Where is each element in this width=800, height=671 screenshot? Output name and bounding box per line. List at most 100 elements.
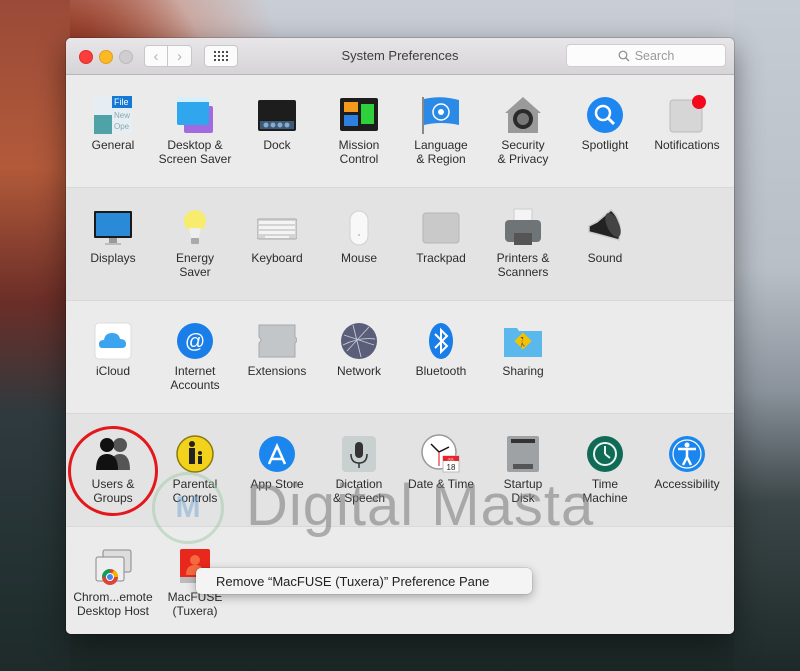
parental-icon	[176, 435, 214, 473]
desktop-screensaver-icon	[177, 97, 213, 133]
svg-text:@: @	[185, 331, 205, 353]
context-menu: Remove “MacFUSE (Tuxera)” Preference Pan…	[196, 568, 532, 594]
pane-label: Energy Saver	[175, 251, 215, 279]
pane-desktop-screen-saver[interactable]: Desktop & Screen Saver	[154, 75, 236, 187]
security-house-icon	[505, 97, 541, 133]
section-system: Users & Groups Parental Controls App Store…	[66, 414, 734, 527]
printer-icon	[505, 208, 541, 245]
pane-label: Startup Disk	[503, 477, 543, 505]
keyboard-icon	[257, 218, 297, 240]
microphone-icon	[342, 436, 376, 472]
pane-users-groups[interactable]: Users & Groups	[72, 414, 154, 526]
magnifier-icon	[587, 97, 623, 133]
calendar-month: JUL	[447, 457, 455, 462]
pane-label: Notifications	[654, 138, 720, 152]
pane-startup-disk[interactable]: Startup Disk	[482, 414, 564, 526]
pane-displays[interactable]: Displays	[72, 188, 154, 300]
pane-printers-scanners[interactable]: Printers & Scanners	[482, 188, 564, 300]
bluetooth-icon	[429, 323, 453, 359]
pane-parental-controls[interactable]: Parental Controls	[154, 414, 236, 526]
pane-label: Mouse	[340, 251, 378, 265]
pane-sharing[interactable]: 🚶 Sharing	[482, 301, 564, 413]
pane-extensions[interactable]: Extensions	[236, 301, 318, 413]
trackpad-icon	[422, 212, 460, 244]
pane-label: Extensions	[247, 364, 307, 378]
puzzle-icon	[258, 324, 297, 358]
calendar-day: 18	[447, 463, 456, 472]
notifications-icon	[669, 95, 706, 133]
desktop-wallpaper-right	[734, 0, 800, 671]
pane-dock[interactable]: Dock	[236, 75, 318, 187]
pane-label: Security & Privacy	[497, 138, 549, 166]
pane-label: Desktop & Screen Saver	[158, 138, 232, 166]
pane-label: Chrom...emote Desktop Host	[73, 590, 153, 618]
pane-network[interactable]: Network	[318, 301, 400, 413]
pane-spotlight[interactable]: Spotlight	[564, 75, 646, 187]
speaker-icon	[588, 209, 621, 241]
pane-dictation-speech[interactable]: Dictation & Speech	[318, 414, 400, 526]
pane-chrome-remote-desktop[interactable]: Chrom...emote Desktop Host	[72, 527, 154, 634]
pane-label: Bluetooth	[415, 364, 467, 378]
search-icon	[618, 50, 630, 61]
pane-bluetooth[interactable]: Bluetooth	[400, 301, 482, 413]
chrome-remote-icon	[95, 549, 132, 585]
un-flag-icon	[422, 97, 459, 134]
pane-notifications[interactable]: Notifications	[646, 75, 728, 187]
sharing-folder-icon: 🚶	[504, 328, 542, 357]
title-bar: ‹ › System Preferences Search	[66, 38, 734, 75]
pane-label: Language & Region	[414, 138, 468, 166]
time-machine-icon	[587, 436, 623, 472]
pane-label: Mission Control	[338, 138, 380, 166]
remove-preference-pane-menu-item[interactable]: Remove “MacFUSE (Tuxera)” Preference Pan…	[216, 574, 489, 589]
pane-label: App Store	[250, 477, 304, 491]
pane-label: Date & Time	[407, 477, 475, 491]
pane-label: Displays	[90, 251, 136, 265]
pane-label: Sound	[587, 251, 623, 265]
mouse-icon	[349, 210, 369, 246]
pane-trackpad[interactable]: Trackpad	[400, 188, 482, 300]
pane-keyboard[interactable]: Keyboard	[236, 188, 318, 300]
pane-label: Dock	[263, 138, 291, 152]
pane-date-time[interactable]: JUL 18 Date & Time	[400, 414, 482, 526]
at-sign-icon: @	[177, 323, 213, 359]
desktop-wallpaper-left	[0, 0, 70, 671]
clock-calendar-icon: JUL18	[421, 434, 460, 473]
svg-text:New: New	[114, 111, 130, 120]
pane-label: Sharing	[502, 364, 544, 378]
pane-label: Network	[336, 364, 381, 378]
pane-mission-control[interactable]: Mission Control	[318, 75, 400, 187]
app-store-icon	[259, 436, 295, 472]
pane-app-store[interactable]: App Store	[236, 414, 318, 526]
pane-mouse[interactable]: Mouse	[318, 188, 400, 300]
svg-text:File: File	[114, 97, 129, 107]
hard-disk-icon	[507, 436, 539, 472]
general-icon: File New Ope	[94, 96, 132, 134]
monitor-icon	[94, 211, 132, 245]
cloud-icon	[94, 322, 132, 360]
pane-time-machine[interactable]: Time Machine	[564, 414, 646, 526]
pane-internet-accounts[interactable]: @ Internet Accounts	[154, 301, 236, 413]
pane-accessibility[interactable]: Accessibility	[646, 414, 728, 526]
pane-language-region[interactable]: Language & Region	[400, 75, 482, 187]
pane-label: Dictation & Speech	[332, 477, 386, 505]
pane-general[interactable]: File New Ope General	[72, 75, 154, 187]
search-field[interactable]: Search	[566, 44, 726, 67]
svg-text:Ope: Ope	[114, 122, 130, 131]
pane-label: Printers & Scanners	[496, 251, 550, 279]
pane-label: Internet Accounts	[170, 364, 220, 392]
pane-label: Users & Groups	[91, 477, 135, 505]
section-internet: iCloud @ Internet Accounts Extensions Net…	[66, 301, 734, 414]
pane-label: Time Machine	[582, 477, 628, 505]
users-icon	[96, 438, 130, 470]
pane-sound[interactable]: Sound	[564, 188, 646, 300]
section-hardware: Displays Energy Saver Keyboard Mouse Trac…	[66, 188, 734, 301]
pane-label: Accessibility	[654, 477, 720, 491]
accessibility-icon	[669, 436, 705, 472]
pane-label: Keyboard	[251, 251, 303, 265]
section-personal: File New Ope General Desktop & Screen Saver…	[66, 75, 734, 188]
lightbulb-icon	[184, 210, 206, 244]
pane-energy-saver[interactable]: Energy Saver	[154, 188, 236, 300]
pane-icloud[interactable]: iCloud	[72, 301, 154, 413]
pane-security-privacy[interactable]: Security & Privacy	[482, 75, 564, 187]
pane-label: Parental Controls	[172, 477, 218, 505]
